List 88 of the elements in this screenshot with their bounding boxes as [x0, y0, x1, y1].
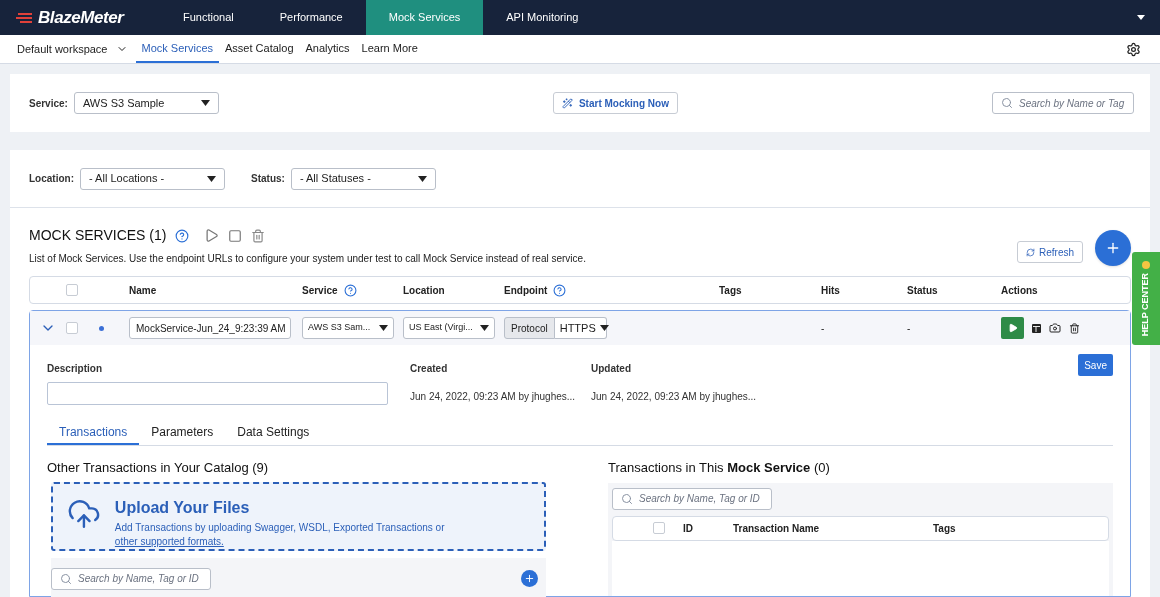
checkbox[interactable]: [66, 284, 78, 296]
refresh-icon: [1026, 247, 1035, 257]
save-button[interactable]: Save: [1078, 354, 1113, 376]
column-header: Service: [302, 283, 338, 298]
service-transactions-title: Transactions in This Mock Service (0): [608, 459, 831, 477]
column-header: Actions: [1001, 283, 1038, 298]
dropdown-caret-icon: [599, 325, 609, 331]
refresh-button[interactable]: Refresh: [1017, 241, 1083, 263]
trash-icon[interactable]: [1069, 322, 1080, 334]
search-field[interactable]: Search by Name, Tag or ID: [51, 567, 211, 590]
column-header: Location: [403, 283, 445, 298]
plus-icon: [1105, 240, 1121, 256]
subnav-tab[interactable]: Learn More: [355, 35, 424, 63]
catalog-title: Other Transactions in Your Catalog (9): [47, 459, 270, 477]
field-label: Service:: [29, 96, 68, 111]
location-dropdown[interactable]: US East (Virgi...: [403, 317, 495, 339]
help-center-label: HELP CENTER: [1139, 272, 1152, 337]
detail-tab[interactable]: Data Settings: [225, 420, 322, 445]
column-header: Status: [907, 283, 938, 298]
field-label: Description: [47, 362, 103, 376]
detail-tab[interactable]: Parameters: [139, 420, 226, 445]
field-label: Created: [410, 362, 449, 376]
description-field[interactable]: [47, 382, 388, 405]
service-dropdown[interactable]: AWS S3 Sam...: [302, 317, 394, 339]
nav-tab[interactable]: API Monitoring: [483, 0, 602, 35]
camera-icon[interactable]: [1049, 322, 1061, 334]
upload-drop-zone[interactable]: Upload Your Files Add Transactions by uploading Swagger, WSDL, Exported Transactions or other supported formats.: [51, 481, 546, 551]
add-button[interactable]: [1095, 230, 1131, 266]
subnav-tab[interactable]: Asset Catalog: [219, 35, 300, 63]
created-value: Jun 24, 2022, 09:23 AM by jhughes...: [410, 390, 577, 404]
name-field[interactable]: MockService-Jun_24_9:23:39 AM: [129, 317, 291, 339]
detail-tab[interactable]: Transactions: [47, 420, 140, 445]
hits-cell-text: -: [820, 321, 826, 336]
protocol-dropdown[interactable]: HTTPS: [554, 317, 607, 339]
logo: BlazeMeter: [38, 6, 124, 29]
checkbox[interactable]: [653, 522, 665, 534]
help-icon[interactable]: [343, 283, 357, 297]
search-field[interactable]: Search by Name or Tag: [992, 92, 1134, 114]
checkbox[interactable]: [66, 322, 78, 334]
field-label: Updated: [591, 362, 632, 376]
nav-tab[interactable]: Performance: [256, 0, 366, 35]
column-header: ID: [683, 521, 694, 536]
dropdown-caret-icon: [200, 100, 210, 106]
protocol-label: Protocol: [504, 317, 555, 339]
search-icon: [621, 492, 633, 505]
field-label: Location:: [29, 172, 74, 186]
plus-icon: [524, 573, 535, 584]
nav-tab[interactable]: Mock Services: [365, 0, 484, 35]
subnav-tab[interactable]: Analytics: [299, 35, 356, 63]
logo-stripes-icon: [16, 12, 34, 23]
search-icon: [1001, 97, 1013, 109]
dropdown-caret-icon[interactable]: [1137, 15, 1145, 20]
supported-formats-link[interactable]: other supported formats.: [114, 535, 224, 547]
upload-description: Add Transactions by uploading Swagger, WSDL, Exported Transactions or other supported formats.: [114, 520, 446, 549]
subnav-tab[interactable]: Mock Services: [135, 35, 220, 63]
field-label: Status:: [251, 172, 285, 186]
dropdown-caret-icon: [417, 175, 427, 182]
search-icon: [60, 572, 72, 585]
column-header: Tags: [933, 521, 957, 536]
updated-value: Jun 24, 2022, 09:23 AM by jhughes...: [591, 390, 758, 404]
help-icon[interactable]: [553, 283, 567, 297]
column-header: Tags: [719, 283, 742, 298]
section-title: MOCK SERVICES (1): [29, 226, 167, 245]
magic-wand-icon: [561, 97, 573, 109]
start-mocking-button[interactable]: Start Mocking Now: [552, 92, 678, 114]
help-icon[interactable]: [175, 228, 190, 243]
nav-tab[interactable]: Functional: [160, 0, 257, 35]
column-header: Name: [129, 283, 157, 298]
search-field[interactable]: Search by Name, Tag or ID: [612, 487, 772, 510]
service-dropdown[interactable]: AWS S3 Sample: [73, 92, 219, 114]
filter-dropdown[interactable]: - All Statuses -: [290, 167, 436, 190]
filter-dropdown[interactable]: - All Locations -: [80, 167, 225, 190]
section-description: List of Mock Services. Use the endpoint URLs to configure your system under test to call Mock Service instead of real service.: [29, 252, 587, 266]
workspace-dropdown[interactable]: Default workspace: [17, 35, 128, 63]
dropdown-caret-icon: [207, 175, 216, 182]
column-header: Hits: [821, 283, 840, 298]
add-button[interactable]: [521, 570, 538, 587]
column-header: Transaction Name: [733, 521, 821, 536]
column-header: Endpoint: [504, 283, 548, 298]
stop-icon[interactable]: [228, 228, 243, 243]
dropdown-caret-icon: [480, 325, 489, 331]
status-cell-text: -: [906, 321, 912, 336]
play-icon[interactable]: [204, 228, 220, 243]
upload-title: Upload Your Files: [114, 497, 251, 518]
play-button[interactable]: [1001, 317, 1024, 339]
play-icon: [1007, 323, 1018, 333]
settings-icon[interactable]: [1126, 41, 1141, 57]
dropdown-caret-icon: [379, 325, 388, 331]
